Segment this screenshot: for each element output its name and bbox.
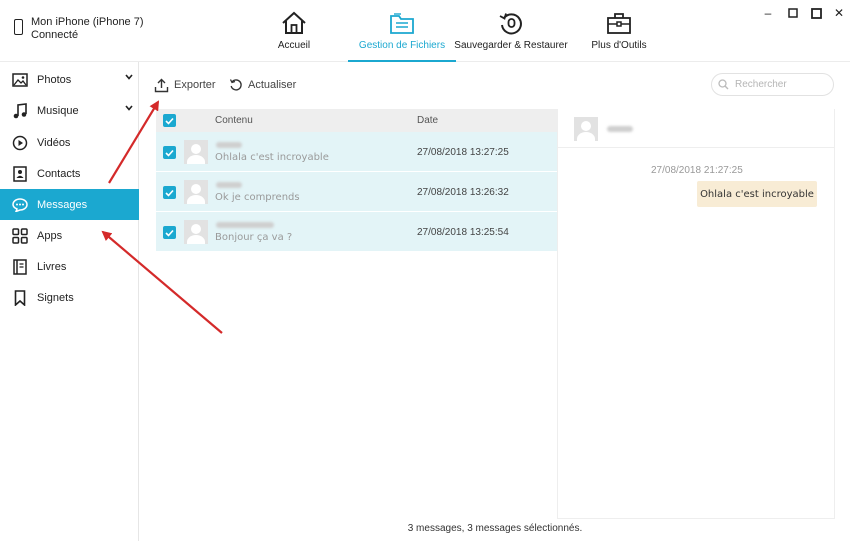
export-button[interactable]: Exporter: [154, 77, 216, 93]
restore-button[interactable]: [809, 6, 823, 20]
book-icon: [12, 258, 28, 275]
conversation-timestamp: 27/08/2018 21:27:25: [651, 165, 743, 176]
maximize-icon: [788, 8, 798, 18]
sidebar: Photos Musique Vidéos Contacts Messages …: [0, 62, 139, 541]
row-checkbox[interactable]: [163, 146, 176, 159]
sidebar-item-messages[interactable]: Messages: [0, 189, 139, 220]
sidebar-item-label: Apps: [37, 229, 63, 242]
row-checkbox[interactable]: [163, 186, 176, 199]
sidebar-item-books[interactable]: Livres: [0, 251, 139, 282]
message-preview: Ohlala c'est incroyable: [215, 152, 329, 163]
tab-file-management-label: Gestion de Fichiers: [358, 40, 446, 51]
tab-backup-restore[interactable]: Sauvegarder & Restaurer: [454, 0, 568, 62]
avatar: [574, 117, 598, 141]
message-preview: Ok je comprends: [215, 192, 300, 203]
device-status: Connecté: [31, 29, 79, 41]
minimize-button[interactable]: –: [761, 6, 775, 20]
checkmark-icon: [165, 117, 174, 125]
toolbox-icon: [607, 13, 631, 34]
sidebar-item-apps[interactable]: Apps: [0, 220, 139, 251]
music-note-icon: [12, 102, 28, 119]
export-label: Exporter: [174, 79, 216, 91]
refresh-button[interactable]: Actualiser: [229, 77, 296, 93]
tab-more-tools[interactable]: Plus d'Outils: [590, 0, 648, 62]
message-date: 27/08/2018 13:26:32: [417, 187, 509, 198]
search-icon: [718, 79, 729, 90]
sidebar-item-label: Livres: [37, 260, 67, 273]
refresh-label: Actualiser: [248, 79, 297, 91]
maximize-button[interactable]: [786, 6, 800, 20]
sidebar-item-label: Contacts: [37, 167, 81, 180]
apps-grid-icon: [12, 227, 28, 244]
sidebar-item-bookmarks[interactable]: Signets: [0, 282, 139, 313]
column-header-content[interactable]: Contenu: [215, 115, 253, 126]
contact-name-redacted: [216, 182, 242, 188]
search-input[interactable]: [735, 79, 825, 90]
message-date: 27/08/2018 13:27:25: [417, 147, 509, 158]
message-bubble: Ohlala c'est incroyable: [697, 181, 817, 207]
backup-icon: [499, 13, 522, 35]
tab-file-management[interactable]: Gestion de Fichiers: [348, 0, 456, 62]
sidebar-item-contacts[interactable]: Contacts: [0, 158, 139, 189]
contact-name-redacted: [216, 142, 242, 148]
tab-backup-restore-label: Sauvegarder & Restaurer: [454, 40, 568, 51]
sidebar-item-label: Messages: [37, 198, 88, 211]
chevron-down-icon: [125, 105, 133, 111]
checkmark-icon: [165, 189, 174, 197]
checkmark-icon: [165, 229, 174, 237]
table-row[interactable]: Ok je comprends 27/08/2018 13:26:32: [156, 172, 557, 212]
column-header-date[interactable]: Date: [417, 115, 438, 126]
sidebar-item-label: Vidéos: [37, 136, 71, 149]
device-info: Mon iPhone (iPhone 7) Connecté: [14, 16, 144, 42]
sidebar-item-videos[interactable]: Vidéos: [0, 127, 139, 158]
image-icon: [12, 72, 28, 88]
conversation-header: [558, 109, 835, 148]
status-bar-text: 3 messages, 3 messages sélectionnés.: [407, 523, 583, 534]
play-circle-icon: [12, 135, 28, 151]
top-bar: Mon iPhone (iPhone 7) Connecté Accueil G…: [0, 0, 850, 62]
contact-name-redacted: [607, 126, 633, 132]
tab-home[interactable]: Accueil: [264, 0, 324, 62]
checkmark-icon: [165, 149, 174, 157]
message-preview: Bonjour ça va ?: [215, 232, 293, 243]
select-all-checkbox[interactable]: [163, 114, 176, 127]
close-button[interactable]: ✕: [832, 6, 846, 20]
folder-icon: [390, 13, 414, 34]
avatar: [184, 220, 208, 244]
upload-icon: [154, 78, 169, 92]
restore-icon: [810, 7, 822, 19]
contact-card-icon: [12, 165, 28, 182]
sidebar-item-label: Signets: [37, 291, 74, 304]
chat-bubble-icon: [12, 197, 28, 213]
home-icon: [282, 11, 306, 34]
row-checkbox[interactable]: [163, 226, 176, 239]
chevron-down-icon: [125, 74, 133, 80]
table-row[interactable]: Bonjour ça va ? 27/08/2018 13:25:54: [156, 212, 557, 252]
device-name: Mon iPhone (iPhone 7): [31, 16, 144, 28]
iphone-icon: [14, 19, 23, 35]
refresh-icon: [229, 79, 242, 91]
sidebar-item-label: Musique: [37, 104, 79, 117]
table-row[interactable]: Ohlala c'est incroyable 27/08/2018 13:27…: [156, 132, 557, 172]
search-box[interactable]: [711, 73, 834, 96]
contact-name-redacted: [216, 222, 274, 228]
message-date: 27/08/2018 13:25:54: [417, 227, 509, 238]
messages-table-header: Contenu Date: [156, 109, 557, 132]
avatar: [184, 140, 208, 164]
bookmark-icon: [12, 289, 28, 306]
sidebar-item-music[interactable]: Musique: [0, 95, 139, 126]
sidebar-item-photos[interactable]: Photos: [0, 64, 139, 95]
avatar: [184, 180, 208, 204]
tab-home-label: Accueil: [277, 40, 311, 51]
sidebar-item-label: Photos: [37, 73, 72, 86]
tab-more-tools-label: Plus d'Outils: [591, 40, 647, 51]
